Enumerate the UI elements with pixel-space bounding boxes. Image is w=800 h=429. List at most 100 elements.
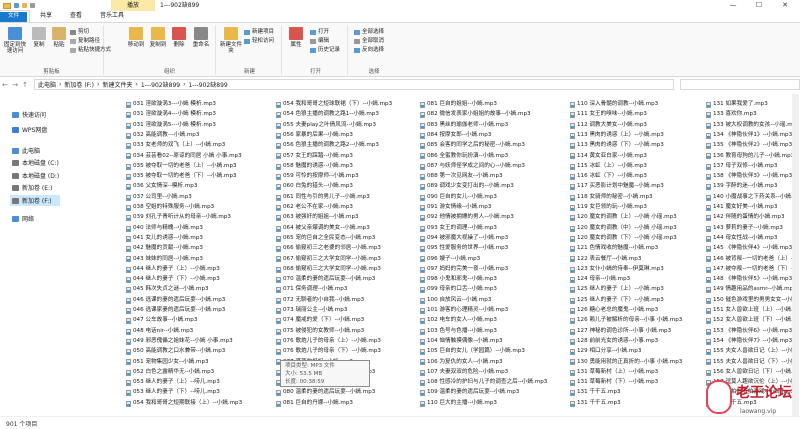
file-item[interactable]: 060 白兔的猎头--小嫣.mp3 <box>276 182 353 192</box>
file-item[interactable]: 040 法师与精魄--小嫣.mp3 <box>126 224 203 234</box>
file-item[interactable]: 072 无聊者的小自我--小嫣.mp3 <box>276 296 364 306</box>
file-item[interactable]: 115 冰虹（上）--小嫣.mp3 <box>570 162 647 172</box>
file-item[interactable]: 081 巨自的姐姐--小嫣.mp3 <box>420 100 497 110</box>
file-item[interactable]: 059 可怜的按摩师--小嫣.mp3 <box>276 172 359 182</box>
file-item[interactable]: 123 女仆小嫣的侍奉--伊莫琳.mp3 <box>570 265 664 275</box>
file-item[interactable]: 108 性感冷的护妇与儿子的调查之后--小嫣.mp3 <box>420 378 547 388</box>
file-item[interactable]: 088 第一次见网友--小嫣.mp3 <box>420 172 503 182</box>
file-item[interactable]: 083 黑丝的瑜伽老师--小嫣.mp3 <box>420 121 508 131</box>
file-item[interactable]: 075 被侵犯的女教师--小嫣.mp3 <box>276 327 364 337</box>
file-item[interactable]: 057 女王的踩踏--小嫣.mp3 <box>276 152 353 162</box>
file-item[interactable]: 099 母亲的口舌--小嫣.mp3 <box>420 285 497 295</box>
file-item[interactable]: 070 温柔的妻的遗后玩耍--小嫣.mp3 <box>276 275 375 285</box>
nav-item[interactable]: 快速访问 <box>12 110 46 119</box>
file-item[interactable]: 067 偷窥初三之大学女同学--小嫣.mp3 <box>276 255 381 265</box>
file-item[interactable]: 063 被强奸的姐姐--小嫣.mp3 <box>276 213 359 223</box>
file-item[interactable]: 135 《神隐伙伴2》--小嫣.mp3 <box>706 141 792 151</box>
copy-to-button[interactable]: 复制到 <box>148 27 168 48</box>
file-item[interactable]: 110 深入骨髓的调教--小嫣.mp3 <box>570 100 658 110</box>
file-item[interactable]: 094 被邪魔大视操了--小嫣.mp3 <box>420 234 508 244</box>
file-item[interactable]: 090 巨自的女儿--小嫣.mp3 <box>420 193 497 203</box>
paste-button[interactable]: 粘贴 <box>50 27 68 48</box>
breadcrumb-this-pc[interactable]: 此电脑 <box>38 80 56 89</box>
maximize-button[interactable]: ☐ <box>746 0 772 11</box>
file-item[interactable]: 145 《神隐伙伴4》--小嫣.mp3 <box>706 244 792 254</box>
file-item[interactable]: 144 母女性战--小嫣.mp3 <box>706 234 777 244</box>
breadcrumb-folder[interactable]: 新建文件夹 <box>102 80 132 89</box>
file-item[interactable]: 119 女巨领的玩--小嫣.mp3 <box>570 203 647 213</box>
paste-shortcut-button[interactable]: 粘贴快捷方式 <box>70 47 111 54</box>
file-item[interactable]: 055 夫妻play之叶倩风流--小嫣.mp3 <box>276 121 376 131</box>
tab-share[interactable]: 共享 <box>32 10 60 22</box>
file-item[interactable]: 085 会客的同学之后的秘密--小嫣.mp3 <box>420 141 525 151</box>
file-item[interactable]: 049 邪恶傀儡之姐妹花--小嫣 小事.mp3 <box>126 337 233 347</box>
file-item[interactable]: 054 色狼主播的调教之路1--小嫣.mp3 <box>276 110 379 120</box>
file-item[interactable]: 126 糖心老总的魔鬼--小嫣.mp3 <box>570 306 658 316</box>
file-item[interactable]: 097 妈妈的完美一夜--小嫣.mp3 <box>420 265 508 275</box>
file-item[interactable]: 082 微信发表家小姐姐的故事--小嫣.mp3 <box>420 110 531 120</box>
file-item[interactable]: 095 性爱服务的世界--小嫣.mp3 <box>420 244 508 254</box>
file-item[interactable]: 056 家暴的后果--小嫣.mp3 <box>276 131 353 141</box>
file-item[interactable]: 036 父女情深--模析.mp3 <box>126 182 197 192</box>
file-item[interactable]: 098 小鬼和邪鬼--小嫣.mp3 <box>420 275 497 285</box>
file-item[interactable]: 149 情趣用品的asmr--小嫣.mp3 <box>706 285 794 295</box>
file-item[interactable]: 035 被夺取一切的老爸（上）--小嫣.mp3 <box>126 162 237 172</box>
file-item[interactable]: 150 催色游戏里的男男女女--小嫣.mp3 <box>706 296 794 306</box>
nav-item[interactable]: 新加卷 (E:) <box>12 183 52 192</box>
search-input[interactable] <box>680 79 800 90</box>
file-item[interactable]: 056 色狼主播的调教之路2--小嫣.mp3 <box>276 141 379 151</box>
file-item[interactable]: 101 游客的心理精灵--小嫣.mp3 <box>420 306 508 316</box>
file-item[interactable]: 103 色号与色播--小嫣.mp3 <box>420 327 497 337</box>
file-item[interactable]: 062 老公不在家--小嫣.mp3 <box>276 203 353 213</box>
file-item[interactable]: 093 女王的调理--小嫣.mp3 <box>420 224 497 234</box>
properties-icon[interactable] <box>14 3 19 8</box>
file-item[interactable]: 138 《神隐伙伴3》--小嫣.mp3 <box>706 172 792 182</box>
copy-path-button[interactable]: 复制路径 <box>70 38 100 45</box>
file-item[interactable]: 151 女人兽欲上班（上）--小嫣.mp3 <box>706 306 794 316</box>
select-none-button[interactable]: 全部取消 <box>354 38 384 45</box>
file-item[interactable]: 126 赖儿子被解析的母亲--小事 小嫣.mp3 <box>570 316 682 326</box>
file-item[interactable]: 076 歌炮儿子的母亲（上）--小嫣.mp3 <box>276 337 381 347</box>
file-item[interactable]: 104 恼情触摸偶像--小嫣.mp3 <box>420 337 503 347</box>
file-item[interactable]: 084 按摩女郎--小嫣.mp3 <box>420 131 491 141</box>
file-item[interactable]: 091 游女情缘--小嫣.mp3 <box>420 203 491 213</box>
file-item[interactable]: 154 《神隐伙伴7》--小嫣.mp3 <box>706 337 792 347</box>
file-item[interactable]: 089 调戏少女变打出的--小嫣.mp3 <box>420 182 514 192</box>
new-item-button[interactable]: 新建项目 <box>244 29 274 36</box>
file-item[interactable]: 046 逃课的妻的遗后玩耍--小嫣.mp3 <box>126 296 225 306</box>
delete-button[interactable]: 删除 <box>170 27 188 48</box>
file-item[interactable]: 116 冰虹（下）--小嫣.mp3 <box>570 172 647 182</box>
file-item[interactable]: 131 千千五.mp3 <box>570 399 621 409</box>
breadcrumb-current[interactable]: 1---902缺899 <box>188 80 227 89</box>
file-item[interactable]: 039 刘孔子青听计从的母亲--小嫣.mp3 <box>126 213 231 223</box>
file-item[interactable]: 048 电话nir--小嫣.mp3 <box>126 327 193 337</box>
file-item[interactable]: 031 淫欲漩涡5---小嫣 模析.mp3 <box>126 121 216 131</box>
copy-button[interactable]: 复制 <box>30 27 48 48</box>
file-item[interactable]: 111 女王的嗅味--小嫣.mp3 <box>570 110 647 120</box>
address-input[interactable]: 此电脑 › 新加卷 (F:) › 新建文件夹 › 1---902缺899 › 1---9… <box>34 79 674 90</box>
file-item[interactable]: 122 表云餐厅--小嫣.mp3 <box>570 255 641 265</box>
file-item[interactable]: 139 字醉的迷--小嫣.mp3 <box>706 182 777 192</box>
file-item[interactable]: 148 《神隐伙伴5》--小嫣.mp3 <box>706 275 792 285</box>
file-item[interactable]: 113 黑肉的诱惑（下）--小嫣.mp3 <box>570 141 664 151</box>
tab-view[interactable]: 查看 <box>62 10 90 22</box>
new-folder-button[interactable]: 新建文件夹 <box>220 27 242 54</box>
file-item[interactable]: 065 宠的巨自之全民变态--小嫣.mp3 <box>276 234 375 244</box>
file-item[interactable]: 058 魅魔的诱惑--小嫣.mp3 <box>276 162 353 172</box>
file-item[interactable]: 073 瑞丽公主--小嫣.mp3 <box>276 306 347 316</box>
file-item[interactable]: 038 空姐的特殊服务--小嫣.mp3 <box>126 203 214 213</box>
file-item[interactable]: 050 高能调教之口水兼带--小嫣.mp3 <box>126 347 225 357</box>
file-item[interactable]: 035 被夺取一切的老爸（下）--小嫣.mp3 <box>126 172 237 182</box>
file-item[interactable]: 136 教育母狗的儿子--小嫣.mp3 <box>706 152 794 162</box>
file-item[interactable]: 071 保务调理--小嫣.mp3 <box>276 285 347 295</box>
nav-item[interactable]: 本地磁盘 (C:) <box>12 158 59 167</box>
file-item[interactable]: 046 逃课家妻的遗后玩耍--小嫣.mp3 <box>126 306 225 316</box>
file-item[interactable]: 125 继人的妻子（下）--小嫣.mp3 <box>570 296 664 306</box>
file-item[interactable]: 131 千千五.mp3 <box>570 388 621 398</box>
file-item[interactable]: 133 喜欢你.mp3 <box>706 110 757 120</box>
file-item[interactable]: 051 宠物集园少女--小嫣.mp3 <box>126 358 209 368</box>
file-item[interactable]: 081 巨自的丹娜--小嫣.mp3 <box>276 399 353 409</box>
file-item[interactable]: 045 韩次失贞之谜--小嫣.mp3 <box>126 285 209 295</box>
file-item[interactable]: 142 伴随的蛋情的小嫣.mp3 <box>706 213 785 223</box>
file-item[interactable]: 032 高能调教---小嫣.mp3 <box>126 131 199 141</box>
